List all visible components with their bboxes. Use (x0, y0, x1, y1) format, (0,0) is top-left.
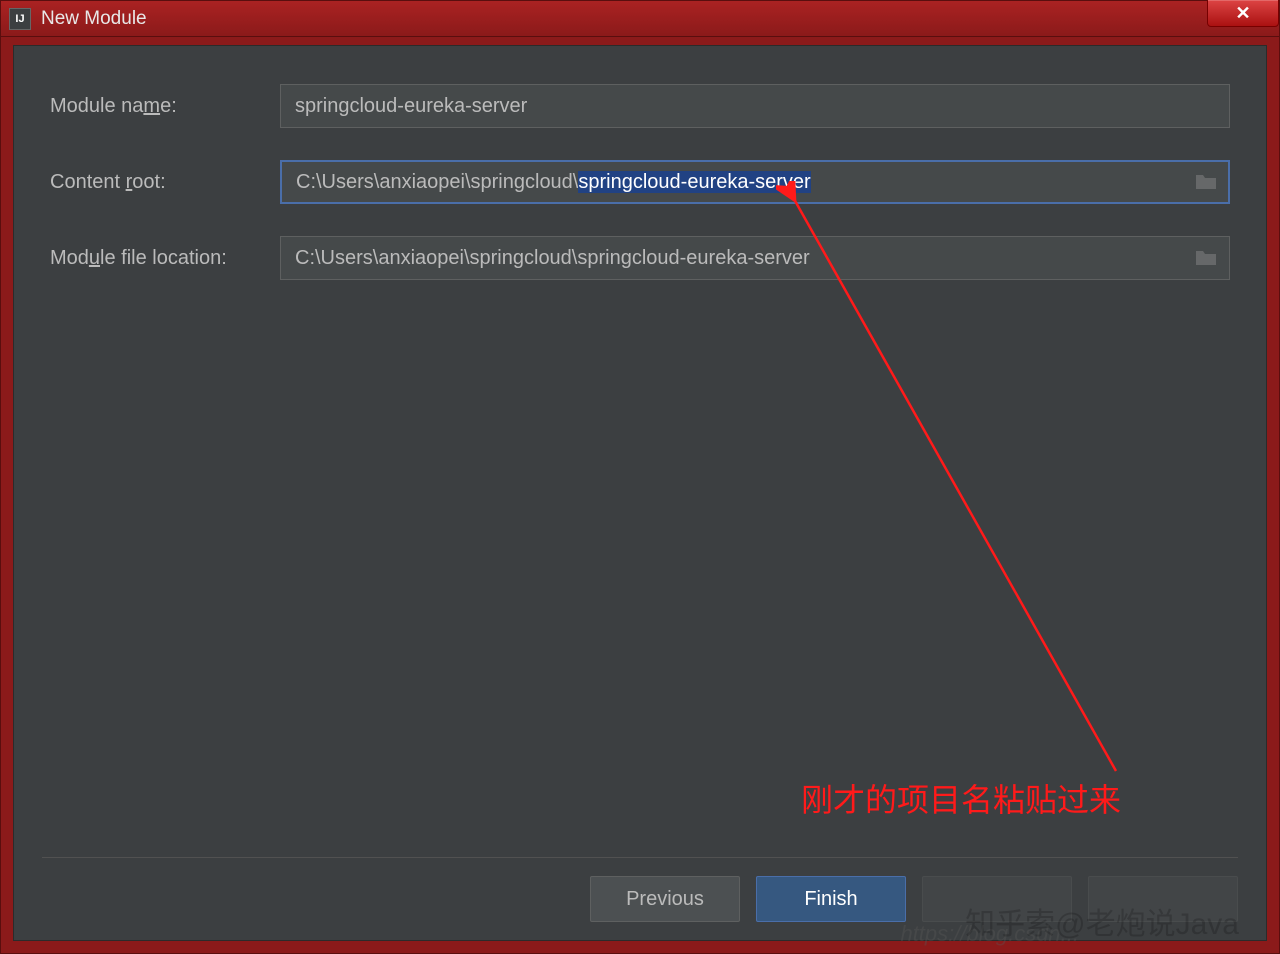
new-module-window: IJ New Module ✕ Module name: Content roo… (0, 0, 1280, 954)
module-file-row: Module file location: (50, 236, 1230, 280)
content-root-field-wrap: C:\Users\anxiaopei\springcloud\springclo… (280, 160, 1230, 204)
module-name-label: Module name: (50, 95, 280, 118)
folder-icon[interactable] (1194, 173, 1218, 191)
titlebar: IJ New Module ✕ (1, 1, 1279, 37)
module-name-row: Module name: (50, 84, 1230, 128)
form-area: Module name: Content root: C:\Users\anxi… (14, 46, 1266, 350)
module-file-input[interactable] (280, 236, 1230, 280)
content-root-label: Content root: (50, 171, 280, 194)
close-icon: ✕ (1235, 3, 1250, 24)
content-root-input[interactable] (280, 160, 1230, 204)
module-file-label: Module file location: (50, 247, 280, 270)
module-file-field-wrap (280, 236, 1230, 280)
window-title: New Module (41, 8, 147, 30)
finish-button[interactable]: Finish (756, 876, 906, 922)
close-button[interactable]: ✕ (1207, 0, 1279, 27)
app-icon: IJ (9, 8, 31, 30)
annotation-text: 刚才的项目名粘贴过来 (801, 775, 1121, 821)
module-name-field-wrap (280, 84, 1230, 128)
hidden-button-1[interactable] (922, 876, 1072, 922)
previous-button[interactable]: Previous (590, 876, 740, 922)
module-name-input[interactable] (280, 84, 1230, 128)
folder-icon[interactable] (1194, 249, 1218, 267)
hidden-button-2[interactable] (1088, 876, 1238, 922)
content-root-row: Content root: C:\Users\anxiaopei\springc… (50, 160, 1230, 204)
button-bar: Previous Finish (42, 857, 1238, 922)
